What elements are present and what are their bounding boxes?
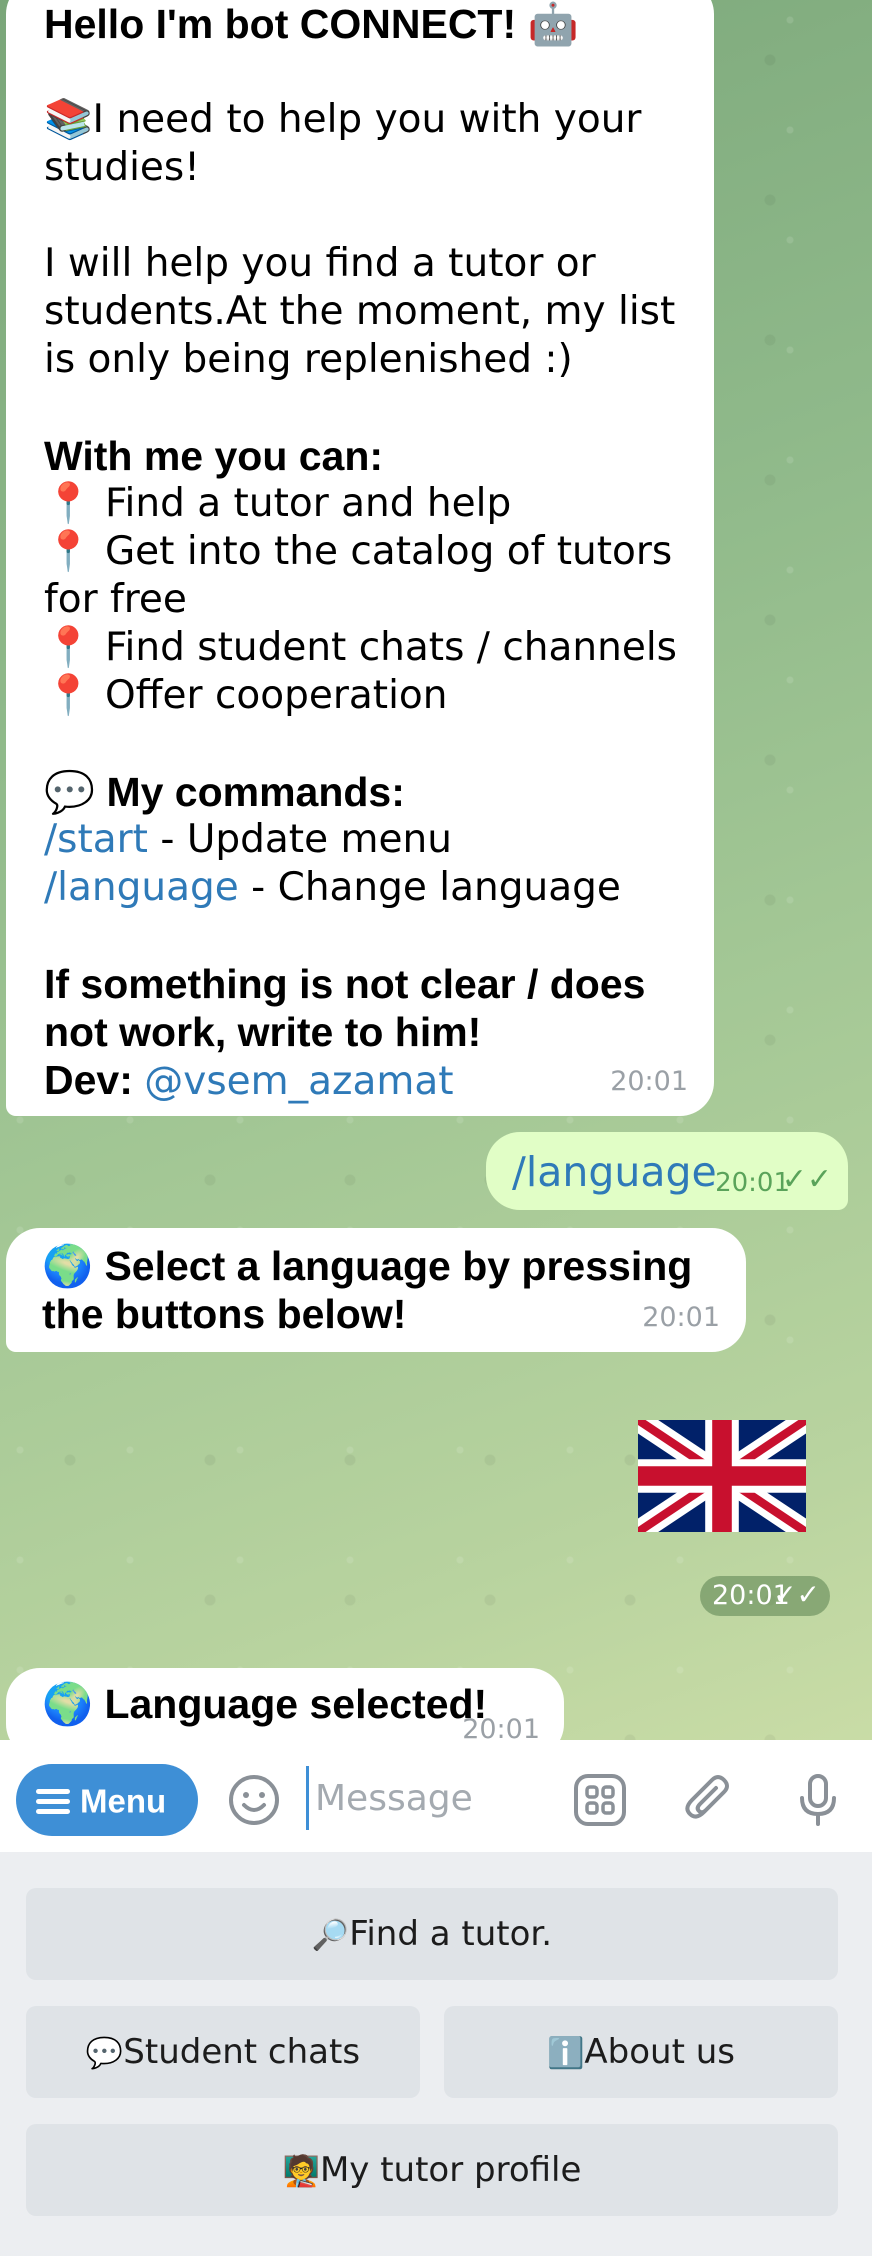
teacher-icon: 🧑‍🏫 [282,2154,320,2189]
student-chats-button[interactable]: 💬Student chats [26,2006,420,2098]
welcome-intro: 📚I need to help you with your studies! [44,97,654,190]
menu-button-label: Menu [80,1782,167,1820]
message-time: 20:01 [610,1066,688,1097]
dev-label: Dev: [44,1057,145,1103]
bot-keyboard-icon[interactable] [572,1772,628,1828]
welcome-greeting: Hello I'm bot CONNECT! 🤖 [44,1,579,47]
features-header: With me you can: [44,433,384,479]
message-bubble-language-selected: 🌍 Language selected! 20:01 [6,1668,564,1740]
feature-item: 📍 Find a tutor and help [44,481,512,526]
message-bubble-outgoing: /language 20:01 ✓✓ [486,1132,848,1210]
dev-username-link[interactable]: @vsem_azamat [144,1059,453,1104]
outgoing-command-text[interactable]: /language [512,1148,717,1196]
microphone-icon[interactable] [790,1772,846,1828]
emoji-icon[interactable] [226,1772,282,1828]
student-chats-label: Student chats [123,2032,361,2072]
feature-item: 📍 Find student chats / channels [44,625,677,670]
chat-area: Hello I'm bot CONNECT! 🤖 📚I need to help… [0,0,872,1740]
speech-bubble-icon: 💬 [85,2036,124,2071]
welcome-description: I will help you find a tutor or students… [44,241,688,382]
menu-button[interactable]: Menu [16,1764,198,1836]
find-tutor-button[interactable]: 🔎Find a tutor. [26,1888,838,1980]
my-tutor-profile-label: My tutor profile [319,2150,582,2190]
select-language-text: 🌍 Select a language by pressing the butt… [42,1243,693,1337]
about-us-label: About us [584,2032,735,2072]
language-command-desc: - Change language [238,865,621,910]
message-time: 20:01 [462,1714,540,1740]
hamburger-icon [36,1784,70,1819]
message-time: 20:01 [642,1302,720,1333]
uk-flag-sticker[interactable] [638,1420,806,1532]
bot-reply-keyboard: 🔎Find a tutor. 💬Student chats ℹ️About us… [0,1852,872,2256]
sticker-time-badge: 20:01 ✓✓ [700,1576,830,1616]
message-time: 20:01 [715,1168,790,1198]
find-tutor-label: Find a tutor. [349,1914,553,1954]
my-tutor-profile-button[interactable]: 🧑‍🏫My tutor profile [26,2124,838,2216]
about-us-button[interactable]: ℹ️About us [444,2006,838,2098]
magnifier-icon: 🔎 [311,1918,350,1953]
command-language-line: /language - Change language [44,864,678,912]
message-bubble-welcome: Hello I'm bot CONNECT! 🤖 📚I need to help… [6,0,714,1116]
attach-icon[interactable] [682,1772,738,1828]
command-start-line: /start - Update menu [44,816,678,864]
message-bubble-select-language: 🌍 Select a language by pressing the butt… [6,1228,746,1352]
start-command-link[interactable]: /start [44,817,148,862]
start-command-desc: - Update menu [147,817,452,862]
feature-item: 📍 Offer cooperation [44,673,448,718]
read-ticks-icon: ✓✓ [781,1162,832,1197]
message-input[interactable] [306,1766,556,1830]
message-input-bar: Menu [0,1740,872,1852]
feature-item: 📍 Get into the catalog of tutors for fre… [44,529,685,622]
dev-line: Dev: @vsem_azamat [44,1056,678,1106]
read-ticks-icon: ✓✓ [773,1578,820,1611]
commands-header: 💬 My commands: [44,769,405,815]
language-command-link[interactable]: /language [44,865,239,910]
help-note: If something is not clear / does not wor… [44,961,657,1055]
info-icon: ℹ️ [547,2036,585,2071]
